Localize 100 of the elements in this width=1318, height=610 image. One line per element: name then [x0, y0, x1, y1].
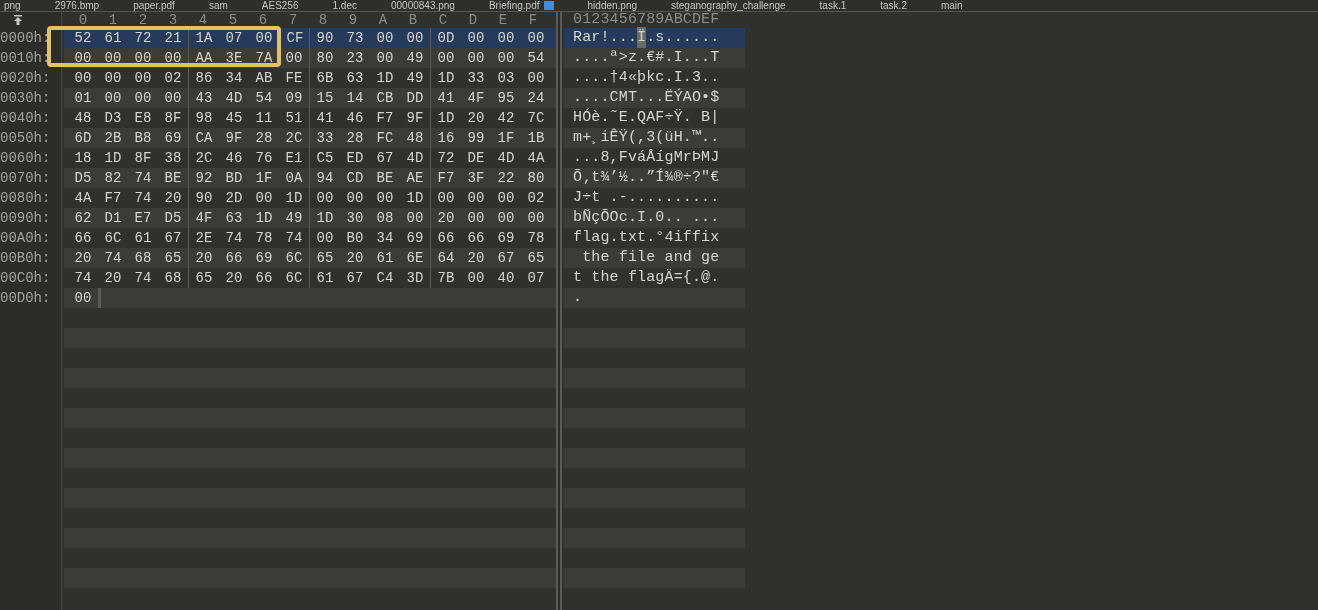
- hex-byte: 41: [436, 89, 456, 107]
- hex-byte: 82: [103, 169, 123, 187]
- hex-byte: CD: [345, 169, 365, 187]
- hex-byte: 20: [224, 269, 244, 287]
- column-header: 2: [137, 13, 149, 27]
- hex-byte: 2C: [284, 129, 304, 147]
- hex-byte: 63: [224, 209, 244, 227]
- ascii-text: ....†4«þkc.I.3..: [573, 67, 720, 88]
- hex-byte: AA: [194, 49, 214, 67]
- hex-byte: 86: [194, 69, 214, 87]
- file-tab[interactable]: 00000843.png: [386, 0, 485, 11]
- hex-byte: 67: [496, 249, 516, 267]
- hex-byte: 9F: [405, 109, 425, 127]
- hex-byte: 4D: [224, 89, 244, 107]
- hex-byte: 90: [315, 29, 335, 47]
- hex-byte: 68: [133, 249, 153, 267]
- file-tab[interactable]: steganography_challenge: [667, 0, 816, 11]
- offset-label: 0000h:: [0, 28, 52, 48]
- hex-byte: 72: [436, 149, 456, 167]
- file-tab[interactable]: hidden.png: [583, 0, 668, 11]
- hex-byte: 33: [315, 129, 335, 147]
- hex-byte: 0D: [436, 29, 456, 47]
- hex-byte: 3E: [224, 49, 244, 67]
- column-header: 1: [107, 13, 119, 27]
- hex-byte: 33: [466, 69, 486, 87]
- hex-byte: 67: [163, 229, 183, 247]
- hex-byte: 65: [194, 269, 214, 287]
- hex-byte: 00: [405, 29, 425, 47]
- hex-byte: 20: [103, 269, 123, 287]
- hex-byte: 30: [345, 209, 365, 227]
- ascii-text: ...8,FváÅígMrÞMJ: [573, 147, 720, 168]
- hex-byte: 66: [466, 229, 486, 247]
- hex-byte: 99: [466, 129, 486, 147]
- file-tab[interactable]: 2976.bmp: [50, 0, 130, 11]
- hex-byte: 00: [284, 49, 304, 67]
- hex-byte: D5: [73, 169, 93, 187]
- hex-byte: FE: [284, 69, 304, 87]
- file-tab[interactable]: 1.dec: [328, 0, 387, 11]
- hex-byte: 46: [224, 149, 244, 167]
- hex-byte: 78: [254, 229, 274, 247]
- file-tab[interactable]: task.1: [815, 0, 877, 11]
- hex-byte: 00: [466, 49, 486, 67]
- hex-byte: 28: [345, 129, 365, 147]
- hex-byte: E1: [284, 149, 304, 167]
- hex-byte: 00: [436, 189, 456, 207]
- hex-byte: 48: [405, 129, 425, 147]
- ascii-text: HÓè.˜E.QAF÷Ÿ. B|: [573, 107, 720, 128]
- file-tab[interactable]: Briefing.pdf: [484, 0, 584, 11]
- hex-byte: BD: [224, 169, 244, 187]
- hex-byte: F7: [436, 169, 456, 187]
- column-header: 7: [287, 13, 299, 27]
- hex-byte: 69: [405, 229, 425, 247]
- hex-byte: 00: [73, 49, 93, 67]
- hex-byte: 73: [345, 29, 365, 47]
- hex-byte: 1F: [254, 169, 274, 187]
- hex-byte: 54: [254, 89, 274, 107]
- hex-byte: 34: [224, 69, 244, 87]
- hex-byte: DE: [466, 149, 486, 167]
- file-tab[interactable]: sam: [204, 0, 258, 11]
- hex-byte: 4D: [405, 149, 425, 167]
- scroll-top-icon[interactable]: [13, 15, 23, 25]
- hex-byte: 3F: [466, 169, 486, 187]
- hex-byte: 34: [375, 229, 395, 247]
- hex-byte: 00: [133, 89, 153, 107]
- hex-byte: DD: [405, 89, 425, 107]
- hex-byte: 65: [526, 249, 546, 267]
- hex-byte: 20: [436, 209, 456, 227]
- ascii-text: m+¸iÊŸ(,3(üH.™..: [573, 127, 720, 148]
- column-header: A: [377, 13, 389, 27]
- file-tab[interactable]: task.2: [876, 0, 937, 11]
- hex-byte: 00: [103, 49, 123, 67]
- hex-byte: 80: [315, 49, 335, 67]
- hex-byte: 00: [436, 49, 456, 67]
- hex-byte: F7: [375, 109, 395, 127]
- file-tab[interactable]: png: [0, 0, 51, 11]
- hex-byte: 1D: [405, 189, 425, 207]
- hex-byte: 00: [315, 189, 335, 207]
- hex-byte: 03: [496, 69, 516, 87]
- hex-byte: 65: [163, 249, 183, 267]
- offset-label: 0090h:: [0, 208, 52, 228]
- hex-byte: 1B: [526, 129, 546, 147]
- file-tab[interactable]: paper.pdf: [129, 0, 205, 11]
- hex-byte: 67: [345, 269, 365, 287]
- file-tab[interactable]: main: [936, 0, 993, 11]
- hex-byte: 1D: [254, 209, 274, 227]
- hex-byte: D5: [163, 209, 183, 227]
- hex-byte: B8: [133, 129, 153, 147]
- file-tab[interactable]: AES256: [257, 0, 329, 11]
- hex-byte: 18: [73, 149, 93, 167]
- hex-byte: 00: [466, 269, 486, 287]
- hex-byte: 74: [133, 169, 153, 187]
- column-header: 0: [77, 13, 89, 27]
- offset-label: 0040h:: [0, 108, 52, 128]
- offset-label: 0070h:: [0, 168, 52, 188]
- hex-byte: 00: [73, 289, 93, 307]
- hex-byte: AB: [254, 69, 274, 87]
- hex-byte: 74: [284, 229, 304, 247]
- hex-byte: 00: [163, 49, 183, 67]
- hex-byte: 2B: [103, 129, 123, 147]
- hex-byte: B0: [345, 229, 365, 247]
